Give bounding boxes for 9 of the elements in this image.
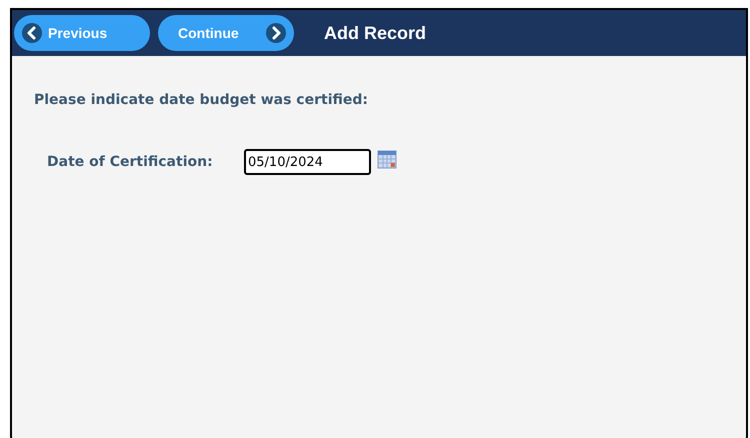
chevron-right-icon (266, 23, 286, 43)
window-title: Add Record (324, 22, 426, 44)
chevron-left-icon (22, 23, 42, 43)
date-field[interactable]: 05/10/2024 (244, 149, 371, 175)
continue-button[interactable]: Continue (158, 15, 294, 51)
calendar-icon[interactable] (377, 149, 397, 169)
field-label: Date of Certification: (47, 152, 214, 172)
prompt-text: Please indicate date budget was certified: (34, 91, 369, 110)
previous-button[interactable]: Previous (14, 15, 150, 51)
